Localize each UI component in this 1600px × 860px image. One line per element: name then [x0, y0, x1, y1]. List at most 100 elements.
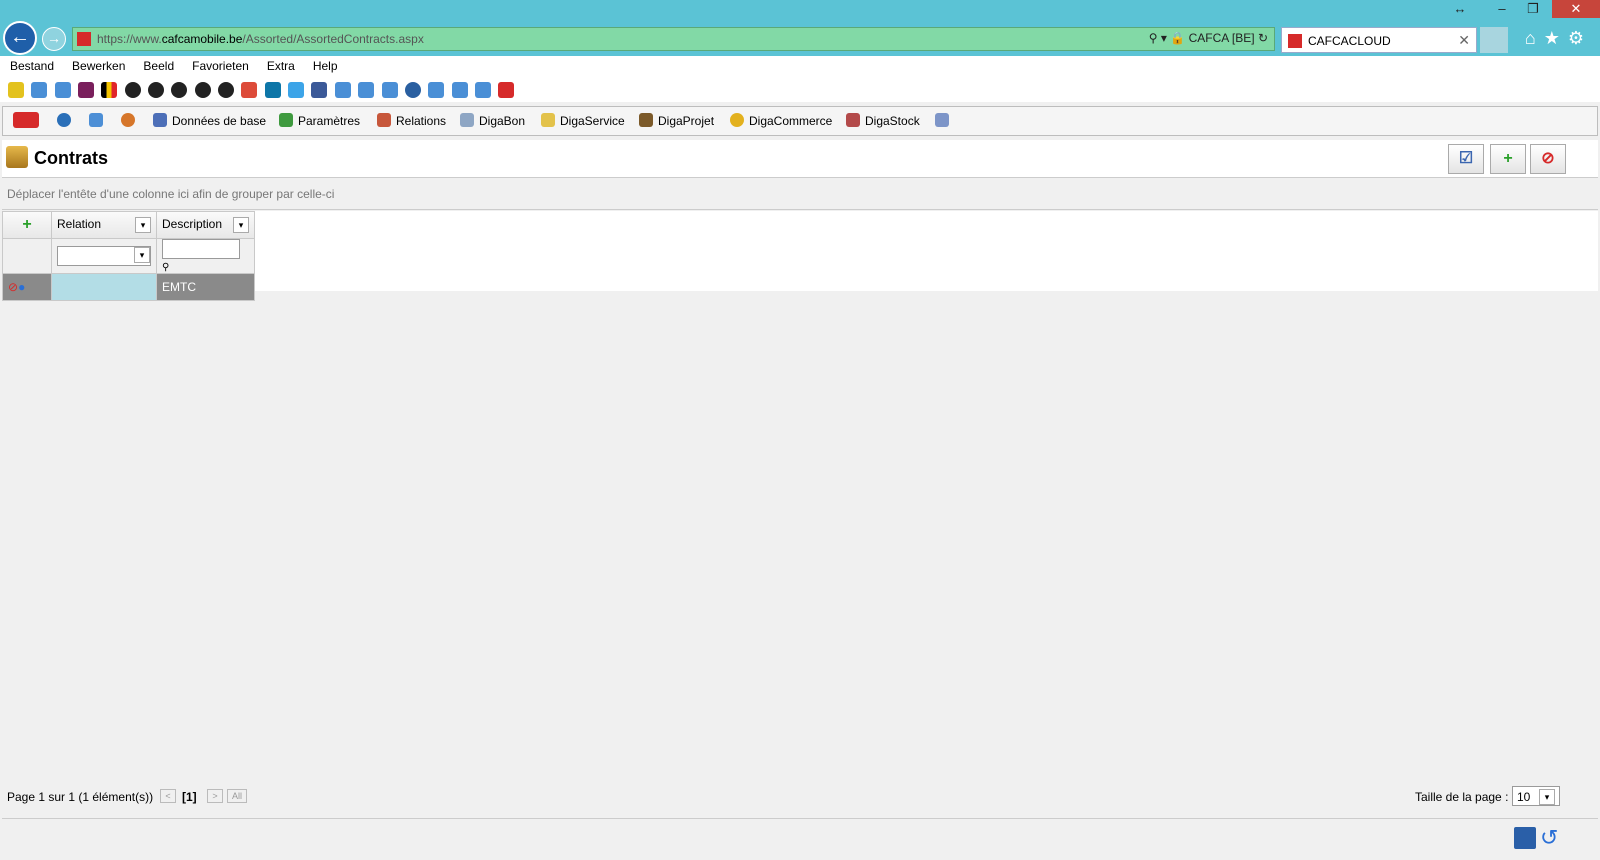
toolbar-digacommerce[interactable]: DigaCommerce — [730, 113, 832, 128]
minimize-button[interactable]: – — [1487, 0, 1517, 20]
checklist-button[interactable]: ☑ — [1448, 144, 1484, 174]
new-tab-button[interactable] — [1480, 27, 1508, 53]
delete-icon[interactable]: ⊘ — [8, 280, 18, 294]
pager-summary: Page 1 sur 1 (1 élément(s)) — [7, 790, 154, 804]
page-title: Contrats — [34, 148, 109, 168]
search-icon[interactable]: ⚲ — [1149, 31, 1158, 45]
menu-bewerken[interactable]: Bewerken — [62, 56, 133, 73]
add-row-button[interactable]: + — [2, 211, 52, 239]
ie-link-icon[interactable] — [381, 82, 398, 98]
filter-description-input[interactable] — [162, 239, 240, 259]
google-plus-icon[interactable] — [241, 82, 258, 98]
ie-link-icon[interactable] — [358, 82, 375, 98]
toolbar-donnees-de-base[interactable]: Données de base — [153, 113, 266, 128]
add-button[interactable]: + — [1490, 144, 1526, 174]
twitter-icon[interactable] — [288, 82, 305, 98]
cell-description[interactable]: EMTC — [156, 273, 255, 301]
address-tools[interactable]: ⚲ ▾ 🔒 CAFCA [BE] ↻ — [1149, 31, 1268, 45]
filter-spacer — [2, 238, 52, 274]
linkedin-icon[interactable] — [264, 82, 281, 98]
address-url[interactable]: https://www.cafcamobile.be/Assorted/Asso… — [97, 32, 424, 46]
settings-icon[interactable]: ⚙ — [1568, 28, 1592, 48]
ie-link-icon[interactable] — [474, 82, 491, 98]
cafca-logo[interactable] — [13, 112, 44, 129]
menu-bestand[interactable]: Bestand — [0, 56, 62, 73]
h-link-icon[interactable] — [78, 82, 95, 98]
undo-icon[interactable]: ↺ — [1540, 825, 1558, 851]
row-actions: ⊘● — [2, 273, 52, 301]
favorites-bar — [0, 78, 1600, 102]
lock-icon[interactable]: 🔒 — [1170, 31, 1185, 45]
menu-beeld[interactable]: Beeld — [133, 56, 182, 73]
cell-relation[interactable] — [51, 273, 157, 301]
link-icon[interactable] — [148, 82, 165, 98]
flag-link-icon[interactable] — [101, 82, 118, 98]
menu-help[interactable]: Help — [303, 56, 346, 73]
link-icon[interactable] — [194, 82, 211, 98]
link-icon[interactable] — [124, 82, 141, 98]
ie-link-icon[interactable] — [428, 82, 445, 98]
filter-relation-cell: ▾ — [51, 238, 157, 274]
ie-link-icon[interactable] — [451, 82, 468, 98]
ie-link-icon[interactable] — [334, 82, 351, 98]
group-panel[interactable]: Déplacer l'entête d'une colonne ici afin… — [2, 180, 1598, 210]
toolbar-digabon[interactable]: DigaBon — [460, 113, 525, 128]
checklist-icon[interactable] — [935, 113, 954, 128]
refresh-icon[interactable]: ↻ — [1258, 31, 1268, 45]
browser-tab[interactable]: CAFCACLOUD ✕ — [1281, 27, 1477, 53]
cafca-link-icon[interactable] — [498, 82, 515, 98]
info-icon[interactable]: ● — [18, 280, 25, 294]
resize-icon[interactable]: ↔ — [1445, 0, 1475, 20]
close-button[interactable]: ✕ — [1552, 0, 1600, 20]
facebook-icon[interactable] — [311, 82, 328, 98]
close-tab-icon[interactable]: ✕ — [1458, 32, 1470, 49]
ie-link-icon[interactable] — [31, 82, 48, 98]
link-icon[interactable] — [171, 82, 188, 98]
tab-favicon — [1288, 34, 1302, 48]
back-button[interactable]: ← — [3, 21, 37, 55]
footer: ↺ — [2, 818, 1598, 858]
grid-header-row: + Relation ▾ Description ▾ — [2, 211, 255, 239]
home-icon[interactable]: ⌂ — [1525, 28, 1544, 48]
column-header-description[interactable]: Description ▾ — [156, 211, 255, 239]
toolbar-parametres[interactable]: Paramètres — [279, 113, 360, 128]
next-page-button[interactable]: > — [207, 789, 223, 803]
all-pages-button[interactable]: All — [227, 789, 247, 803]
filter-row: ▾ ⚲ — [2, 238, 255, 274]
site-favicon — [77, 32, 91, 46]
globe-icon[interactable] — [404, 82, 421, 98]
chevron-down-icon[interactable]: ▾ — [233, 217, 249, 233]
cancel-button[interactable]: ⊘ — [1530, 144, 1566, 174]
toolbar-digaprojet[interactable]: DigaProjet — [639, 113, 714, 128]
security-label[interactable]: CAFCA [BE] — [1189, 31, 1255, 45]
restore-button[interactable]: ❐ — [1518, 0, 1548, 20]
chevron-down-icon[interactable]: ▾ — [1539, 789, 1555, 805]
chevron-down-icon[interactable]: ▾ — [134, 247, 150, 263]
menu-extra[interactable]: Extra — [257, 56, 303, 73]
filter-relation-input[interactable]: ▾ — [57, 246, 151, 266]
address-bar[interactable]: https://www.cafcamobile.be/Assorted/Asso… — [72, 27, 1275, 51]
favorite-star-icon[interactable] — [8, 82, 24, 98]
prev-page-button[interactable]: < — [160, 789, 176, 803]
refresh-icon[interactable] — [89, 113, 108, 128]
app-toolbar: Données de base Paramètres Relations Dig… — [2, 106, 1598, 136]
menu-favorieten[interactable]: Favorieten — [182, 56, 257, 73]
chevron-down-icon[interactable]: ▾ — [135, 217, 151, 233]
globe-icon[interactable] — [57, 113, 76, 128]
user-icon[interactable] — [121, 113, 140, 128]
toolbar-digastock[interactable]: DigaStock — [846, 113, 920, 128]
filter-icon[interactable]: ⚲ — [162, 262, 169, 273]
browser-icons: ⌂★⚙ — [1525, 28, 1592, 49]
ie-link-icon[interactable] — [54, 82, 71, 98]
link-icon[interactable] — [218, 82, 235, 98]
toolbar-digaservice[interactable]: DigaService — [541, 113, 625, 128]
toolbar-relations[interactable]: Relations — [377, 113, 446, 128]
column-header-relation[interactable]: Relation ▾ — [51, 211, 157, 239]
page-size-select[interactable]: 10 ▾ — [1512, 786, 1560, 806]
tab-title: CAFCACLOUD — [1308, 34, 1391, 48]
forward-button[interactable]: → — [42, 27, 66, 51]
current-page[interactable]: [1] — [182, 790, 197, 804]
table-row[interactable]: ⊘● EMTC — [2, 273, 255, 301]
save-icon[interactable] — [1514, 827, 1536, 849]
favorites-icon[interactable]: ★ — [1544, 28, 1568, 48]
